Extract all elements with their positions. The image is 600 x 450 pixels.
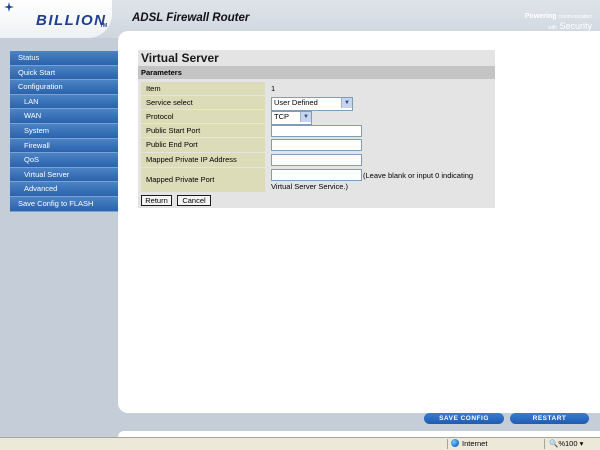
page-title: Virtual Server bbox=[141, 51, 219, 65]
sidebar-item-virtual-server[interactable]: Virtual Server bbox=[10, 167, 118, 183]
sparkle-icon bbox=[4, 2, 14, 12]
row-public-start-port: Public Start Port bbox=[138, 124, 495, 137]
public-end-port-input[interactable] bbox=[271, 139, 362, 151]
row-service-select: Service select User Defined ▼ bbox=[138, 96, 495, 111]
service-select-label: Service select bbox=[141, 96, 265, 109]
browser-status-bar: Internet 🔍%100 ▾ bbox=[0, 437, 600, 450]
tagline-security: Security bbox=[559, 21, 592, 31]
status-divider bbox=[544, 439, 545, 449]
tagline-powering: Powering bbox=[524, 13, 557, 20]
section-title: Parameters bbox=[141, 68, 182, 77]
zoom-level: %100 bbox=[558, 439, 578, 448]
page-title-bar: Virtual Server bbox=[138, 50, 495, 66]
protocol-label: Protocol bbox=[141, 110, 265, 123]
chevron-down-icon[interactable]: ▼ bbox=[300, 111, 311, 122]
status-divider bbox=[447, 439, 448, 449]
item-label: Item bbox=[141, 82, 265, 95]
mapped-private-port-label: Mapped Private Port bbox=[141, 168, 265, 192]
service-select-value: User Defined bbox=[274, 97, 318, 107]
item-value: 1 bbox=[271, 84, 276, 93]
security-zone: Internet bbox=[451, 439, 487, 448]
zoom-control[interactable]: 🔍%100 ▾ bbox=[549, 439, 583, 448]
sidebar-item-quick-start[interactable]: Quick Start bbox=[10, 65, 118, 81]
chevron-down-icon[interactable]: ▼ bbox=[341, 97, 352, 108]
service-select-dropdown[interactable]: User Defined ▼ bbox=[271, 96, 353, 111]
sidebar-nav: Status Quick Start Configuration LAN WAN… bbox=[10, 51, 118, 212]
sidebar-item-firewall[interactable]: Firewall bbox=[10, 138, 118, 154]
sidebar-item-status[interactable]: Status bbox=[10, 51, 118, 66]
row-mapped-private-ip: Mapped Private IP Address bbox=[138, 153, 495, 167]
row-item: Item 1 bbox=[138, 82, 495, 95]
sidebar-item-configuration[interactable]: Configuration bbox=[10, 80, 118, 95]
powering-tagline: Powering communication with Security bbox=[525, 12, 592, 33]
protocol-select-wrap: TCP ▼ bbox=[271, 110, 312, 125]
restart-button[interactable]: RESTART bbox=[510, 413, 589, 424]
row-public-end-port: Public End Port bbox=[138, 138, 495, 152]
sidebar-item-lan[interactable]: LAN bbox=[10, 94, 118, 110]
save-config-button[interactable]: SAVE CONFIG bbox=[424, 413, 504, 424]
public-start-port-label: Public Start Port bbox=[141, 124, 265, 137]
tagline-communication: communication bbox=[558, 14, 592, 20]
public-end-port-label: Public End Port bbox=[141, 138, 265, 152]
mapped-port-note-line2: Virtual Server Service.) bbox=[271, 182, 348, 191]
sidebar-item-system[interactable]: System bbox=[10, 123, 118, 139]
sidebar-item-advanced[interactable]: Advanced bbox=[10, 182, 118, 197]
mapped-private-port-input[interactable] bbox=[271, 169, 362, 181]
logo-area: BILLION TM bbox=[0, 0, 112, 38]
protocol-select-dropdown[interactable]: TCP ▼ bbox=[271, 110, 312, 125]
return-button[interactable]: Return bbox=[141, 195, 172, 206]
virtual-server-form: Item 1 Service select User Defined ▼ Pro… bbox=[138, 79, 495, 208]
magnifier-icon: 🔍 bbox=[549, 439, 559, 448]
sidebar-item-wan[interactable]: WAN bbox=[10, 109, 118, 124]
section-header: Parameters bbox=[138, 66, 495, 79]
logo-trademark: TM bbox=[100, 23, 108, 29]
service-select-wrap: User Defined ▼ bbox=[271, 96, 353, 111]
protocol-select-value: TCP bbox=[274, 111, 289, 121]
billion-logo: BILLION bbox=[36, 12, 107, 29]
public-start-port-input[interactable] bbox=[271, 124, 362, 137]
mapped-private-ip-input[interactable] bbox=[271, 154, 362, 166]
product-title: ADSL Firewall Router bbox=[132, 12, 250, 24]
row-mapped-private-port: Mapped Private Port (Leave blank or inpu… bbox=[138, 168, 495, 192]
mapped-private-ip-label: Mapped Private IP Address bbox=[141, 153, 265, 167]
security-zone-label: Internet bbox=[462, 439, 488, 448]
chevron-down-icon[interactable]: ▾ bbox=[580, 439, 584, 448]
mapped-port-note-line1: (Leave blank or input 0 indicating bbox=[363, 171, 474, 180]
sidebar-item-qos[interactable]: QoS bbox=[10, 153, 118, 168]
row-protocol: Protocol TCP ▼ bbox=[138, 110, 495, 125]
cancel-button[interactable]: Cancel bbox=[177, 195, 211, 206]
globe-icon bbox=[451, 439, 459, 447]
sidebar-item-save-config[interactable]: Save Config to FLASH bbox=[10, 196, 118, 212]
